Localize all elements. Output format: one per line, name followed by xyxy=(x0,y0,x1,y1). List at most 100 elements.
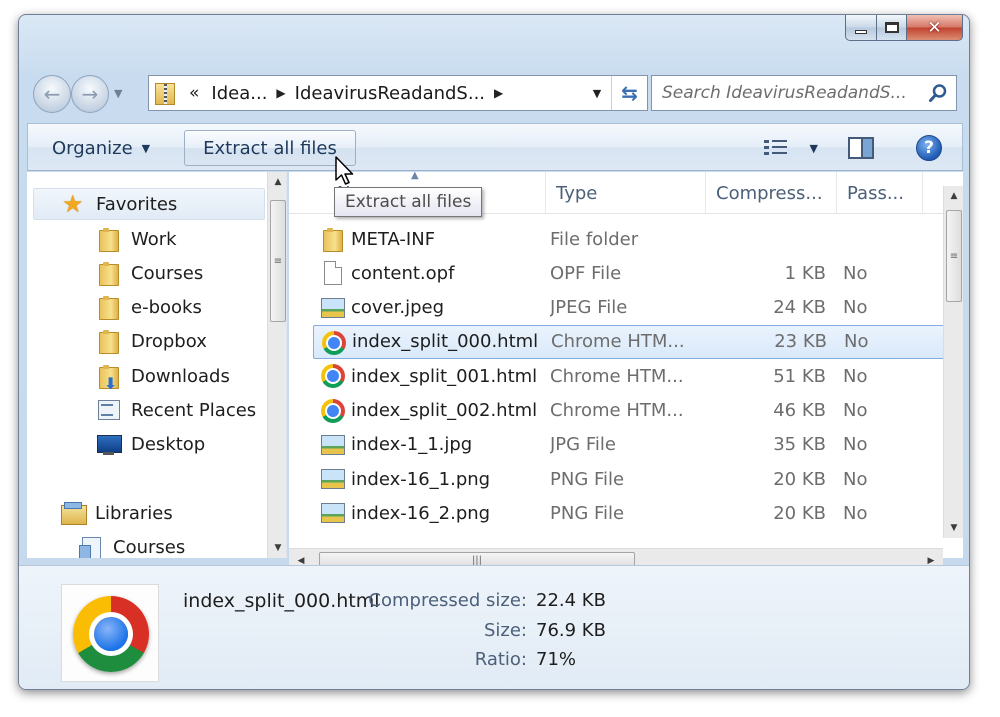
breadcrumb-item[interactable]: IdeavirusReadandS... xyxy=(295,83,485,104)
file-list: ▲ Name Type Compress... Pass... META-INF… xyxy=(289,172,963,558)
nav-item-downloads[interactable]: ⬇ Downloads xyxy=(27,360,259,393)
nav-pane-scrollbar[interactable]: ▲ ≡ ▼ xyxy=(267,172,286,558)
nav-libraries[interactable]: Libraries xyxy=(27,497,259,529)
command-bar: Organize ▼ Extract all files ▼ ? xyxy=(27,123,963,171)
table-row[interactable]: index_split_000.html Chrome HTM... 23 KB No xyxy=(313,324,947,359)
search-icon[interactable] xyxy=(928,83,948,103)
table-row[interactable]: index-1_1.jpg JPG File 35 KB No xyxy=(313,428,947,462)
caption-buttons: ✕ xyxy=(845,15,963,43)
table-row[interactable]: cover.jpeg JPEG File 24 KB No xyxy=(313,291,947,325)
file-name: index_split_000.html xyxy=(352,331,539,353)
document-icon xyxy=(324,261,342,286)
help-icon: ? xyxy=(916,135,942,161)
recent-pages-dropdown[interactable]: ▼ xyxy=(114,87,122,100)
refresh-icon[interactable]: ⇆ xyxy=(611,76,647,110)
file-password: No xyxy=(843,400,868,421)
back-button[interactable]: ← xyxy=(33,75,71,113)
table-row[interactable]: content.opf OPF File 1 KB No xyxy=(313,256,947,290)
maximize-icon xyxy=(884,22,899,33)
table-row[interactable]: META-INF File folder xyxy=(313,222,947,256)
scroll-down-icon[interactable]: ▼ xyxy=(944,518,963,538)
address-bar[interactable]: « Idea... ▶ IdeavirusReadandS... ▶ ▼ ⇆ xyxy=(148,75,648,111)
file-password: No xyxy=(843,502,868,524)
file-password: No xyxy=(843,468,868,490)
courses-library-icon xyxy=(79,535,103,558)
breadcrumb-separator-icon[interactable]: ▶ xyxy=(276,86,285,100)
scroll-up-icon[interactable]: ▲ xyxy=(268,172,286,192)
organize-button[interactable]: Organize ▼ xyxy=(38,130,164,166)
downloads-folder-icon: ⬇ xyxy=(97,364,121,393)
file-compressed-size: 46 KB xyxy=(773,400,826,421)
nav-item-courses[interactable]: Courses xyxy=(27,257,259,289)
file-name: index_split_002.html xyxy=(351,400,538,421)
nav-favorites[interactable]: ★ Favorites xyxy=(33,188,265,220)
search-input[interactable] xyxy=(662,83,912,103)
nav-item-recent-places[interactable]: Recent Places xyxy=(27,394,259,426)
file-compressed-size: 51 KB xyxy=(773,365,826,387)
extract-all-button[interactable]: Extract all files xyxy=(184,130,356,166)
extract-all-label: Extract all files xyxy=(203,137,337,159)
file-type: Chrome HTM... xyxy=(551,331,685,353)
chevron-down-icon: ▼ xyxy=(141,141,151,155)
nav-library-courses[interactable]: Courses xyxy=(27,531,259,558)
close-button[interactable]: ✕ xyxy=(907,15,963,41)
details-ratio-value: 71% xyxy=(536,649,577,670)
file-thumbnail xyxy=(61,584,159,682)
file-type: PNG File xyxy=(550,468,625,490)
nav-item-dropbox[interactable]: Dropbox xyxy=(27,325,259,357)
chevron-down-icon: ▼ xyxy=(809,141,818,155)
desktop-icon xyxy=(97,432,122,456)
details-pane: index_split_000.html Compressed size: 22… xyxy=(19,565,969,689)
preview-pane-button[interactable] xyxy=(846,130,876,166)
column-password[interactable]: Pass... xyxy=(837,172,923,214)
address-dropdown-icon[interactable]: ▼ xyxy=(583,76,611,110)
minimize-icon xyxy=(855,29,867,34)
nav-item-label: Desktop xyxy=(131,433,206,455)
explorer-window: ✕ ← → ▼ « Idea... ▶ IdeavirusReadandS...… xyxy=(18,14,970,690)
table-row[interactable]: index_split_001.html Chrome HTM... 51 KB No xyxy=(313,359,947,393)
maximize-button[interactable] xyxy=(877,15,907,41)
search-box[interactable] xyxy=(651,75,957,111)
folder-icon xyxy=(321,227,345,252)
file-compressed-size: 20 KB xyxy=(773,502,826,524)
file-password: No xyxy=(843,297,868,319)
nav-item-e-books[interactable]: e-books xyxy=(27,291,259,323)
table-row[interactable]: index-16_1.png PNG File 20 KB No xyxy=(313,462,947,496)
nav-favorites-label: Favorites xyxy=(96,193,178,215)
table-row[interactable]: index_split_002.html Chrome HTM... 46 KB No xyxy=(313,394,947,428)
details-compressed-value: 22.4 KB xyxy=(536,590,606,611)
column-compressed-size[interactable]: Compress... xyxy=(706,172,837,214)
file-type: Chrome HTM... xyxy=(550,365,684,387)
nav-item-label: e-books xyxy=(131,296,202,318)
minimize-button[interactable] xyxy=(845,15,877,41)
breadcrumb-overflow[interactable]: « xyxy=(189,83,199,103)
zip-folder-icon xyxy=(155,81,177,105)
details-size-value: 76.9 KB xyxy=(536,620,606,641)
back-arrow-icon: ← xyxy=(43,82,61,106)
close-icon: ✕ xyxy=(927,17,942,38)
table-row[interactable]: index-16_2.png PNG File 20 KB No xyxy=(313,496,947,530)
folder-icon xyxy=(97,295,121,320)
file-type: Chrome HTM... xyxy=(550,400,684,421)
scroll-thumb[interactable]: ≡ xyxy=(270,200,286,322)
forward-button[interactable]: → xyxy=(71,75,109,113)
nav-item-label: Courses xyxy=(113,536,186,558)
file-compressed-size: 35 KB xyxy=(773,434,826,456)
scroll-up-icon[interactable]: ▲ xyxy=(944,186,963,206)
nav-item-label: Courses xyxy=(131,262,204,284)
breadcrumb-item[interactable]: Idea... xyxy=(211,83,267,104)
breadcrumb-separator-icon[interactable]: ▶ xyxy=(494,86,503,100)
nav-item-work[interactable]: Work xyxy=(27,223,259,255)
help-button[interactable]: ? xyxy=(914,130,944,166)
image-icon xyxy=(321,503,345,524)
file-name: cover.jpeg xyxy=(351,297,445,319)
scroll-thumb[interactable]: ≡ xyxy=(946,210,962,302)
star-icon: ★ xyxy=(62,190,84,218)
file-list-scrollbar[interactable]: ▲ ≡ ▼ xyxy=(943,186,963,538)
column-type[interactable]: Type xyxy=(546,172,706,214)
chrome-icon xyxy=(321,364,345,389)
change-view-button[interactable]: ▼ xyxy=(758,130,824,166)
scroll-down-icon[interactable]: ▼ xyxy=(268,538,286,558)
nav-item-desktop[interactable]: Desktop xyxy=(27,428,259,460)
folder-icon xyxy=(97,227,121,252)
